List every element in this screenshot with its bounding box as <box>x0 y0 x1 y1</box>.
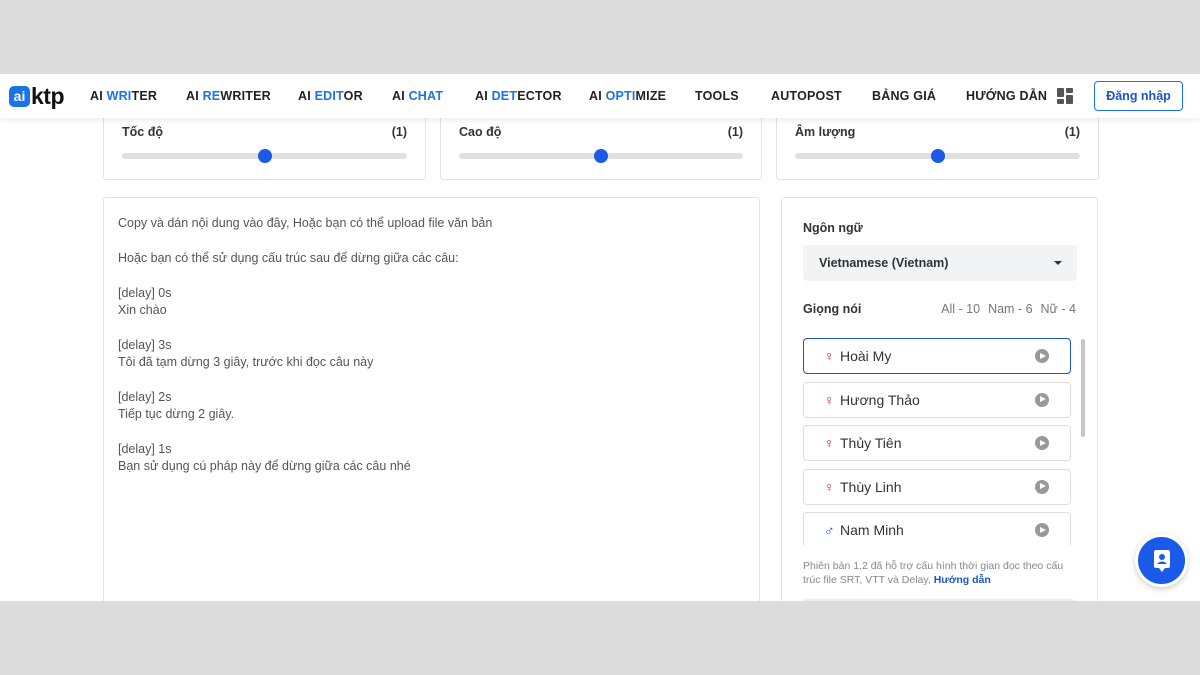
logo-text: ktp <box>31 82 65 109</box>
voice-item[interactable]: ♂ Nam Minh <box>803 512 1071 545</box>
editor-line: Tôi đã tạm dừng 3 giây, trước khi đọc câ… <box>118 355 374 369</box>
speed-value: (1) <box>391 125 407 139</box>
nav-huong-dan[interactable]: HƯỚNG DẪN <box>966 74 1047 118</box>
editor-blank-line <box>118 371 745 389</box>
editor-line: [delay] 2s <box>118 390 172 404</box>
voice-counts: All - 10 Nam - 6 Nữ - 4 <box>933 302 1076 316</box>
nav-ai-rewriter[interactable]: AI REWRITER <box>186 74 271 118</box>
grid-icon[interactable] <box>1057 88 1073 104</box>
female-icon: ♀ <box>824 391 835 408</box>
voice-item[interactable]: ♀ Hoài My <box>803 338 1071 374</box>
volume-value: (1) <box>1064 125 1080 139</box>
nav-ai-writer[interactable]: AI WRITER <box>90 74 157 118</box>
voice-name: Hoài My <box>840 348 892 364</box>
play-icon[interactable] <box>1035 436 1049 450</box>
count-male[interactable]: Nam - 6 <box>988 302 1032 316</box>
voice-settings-panel: Ngôn ngữ Vietnamese (Vietnam) Giọng nói … <box>781 197 1098 601</box>
support-agent-icon[interactable] <box>1135 534 1188 587</box>
speed-slider-card: Tốc độ (1) <box>103 110 426 180</box>
panel-bottom-button[interactable] <box>803 599 1075 601</box>
logo[interactable]: ai ktp <box>9 81 65 111</box>
editor-blank-line <box>118 423 745 441</box>
editor-blank-line <box>118 319 745 337</box>
top-navbar: ai ktp AI WRITER AI REWRITER AI EDITOR A… <box>0 74 1200 118</box>
editor-line: Bạn sử dụng cú pháp này để dừng giữa các… <box>118 459 411 473</box>
female-icon: ♀ <box>824 478 835 495</box>
editor-line: Hoặc bạn có thể sử dụng cấu trúc sau để … <box>118 251 459 265</box>
nav-bang-gia[interactable]: BẢNG GIÁ <box>872 74 936 118</box>
pitch-label: Cao độ <box>459 125 502 139</box>
voice-list-scrollbar[interactable] <box>1081 339 1085 437</box>
editor-line: Xin chào <box>118 303 167 317</box>
female-icon: ♀ <box>824 348 835 364</box>
editor-line: [delay] 3s <box>118 338 172 352</box>
logo-mark: ai <box>9 85 30 107</box>
caret-down-icon <box>1054 261 1062 265</box>
guide-link[interactable]: Hướng dẫn <box>934 574 991 586</box>
voice-item[interactable]: ♀ Thùy Linh <box>803 468 1071 505</box>
female-icon: ♀ <box>824 435 835 451</box>
nav-ai-optimize[interactable]: AI OPTIMIZE <box>589 74 666 118</box>
pitch-slider-thumb[interactable] <box>594 149 608 163</box>
play-icon[interactable] <box>1035 523 1049 537</box>
page: ai ktp AI WRITER AI REWRITER AI EDITOR A… <box>0 74 1200 601</box>
voice-name: Nam Minh <box>840 522 904 538</box>
language-label: Ngôn ngữ <box>803 221 863 235</box>
count-female[interactable]: Nữ - 4 <box>1041 302 1076 316</box>
nav-autopost[interactable]: AUTOPOST <box>771 74 842 118</box>
editor-blank-line <box>118 232 745 250</box>
login-button[interactable]: Đăng nhập <box>1094 81 1183 111</box>
language-select[interactable]: Vietnamese (Vietnam) <box>803 245 1077 281</box>
nav-ai-chat[interactable]: AI CHAT <box>392 74 443 118</box>
voice-name: Hương Thảo <box>840 391 920 408</box>
play-icon[interactable] <box>1035 479 1049 494</box>
volume-slider-card: Âm lượng (1) <box>776 110 1099 180</box>
pitch-slider-card: Cao độ (1) <box>440 110 762 180</box>
speed-slider[interactable] <box>122 149 407 163</box>
voice-name: Thùy Linh <box>840 478 902 495</box>
nav-ai-editor[interactable]: AI EDITOR <box>298 74 363 118</box>
volume-slider[interactable] <box>795 149 1080 163</box>
speed-slider-thumb[interactable] <box>257 149 272 163</box>
nav-tools[interactable]: TOOLS <box>695 74 739 118</box>
voice-name: Thủy Tiên <box>840 435 902 451</box>
volume-label: Âm lượng <box>795 125 856 139</box>
voice-item[interactable]: ♀ Hương Thảo <box>803 381 1071 418</box>
count-all[interactable]: All - 10 <box>941 302 980 316</box>
male-icon: ♂ <box>824 522 835 538</box>
voice-list: ♀ Hoài My ♀ Hương Thảo ♀ Thủy Tiên ♀ Thùy Linh ♂… <box>803 338 1073 545</box>
play-icon[interactable] <box>1035 392 1049 407</box>
nav-ai-detector[interactable]: AI DETECTOR <box>475 74 562 118</box>
editor-blank-line <box>118 267 745 285</box>
editor-line: [delay] 0s <box>118 286 172 300</box>
speed-label: Tốc độ <box>122 125 163 139</box>
pitch-value: (1) <box>727 125 743 139</box>
pitch-slider[interactable] <box>459 149 743 163</box>
voice-item[interactable]: ♀ Thủy Tiên <box>803 425 1071 461</box>
voice-label: Giọng nói <box>803 302 862 316</box>
editor-line: [delay] 1s <box>118 442 172 456</box>
editor-line: Copy và dán nội dung vào đây, Hoặc bạn c… <box>118 216 493 230</box>
version-note: Phiên bản 1.2 đã hỗ trợ cấu hình thời gi… <box>803 559 1079 587</box>
play-icon[interactable] <box>1035 349 1049 363</box>
editor-line: Tiếp tục dừng 2 giây. <box>118 407 235 421</box>
text-editor[interactable]: Copy và dán nội dung vào đây, Hoặc bạn c… <box>103 197 760 601</box>
volume-slider-thumb[interactable] <box>930 149 945 163</box>
language-value: Vietnamese (Vietnam) <box>819 256 949 270</box>
